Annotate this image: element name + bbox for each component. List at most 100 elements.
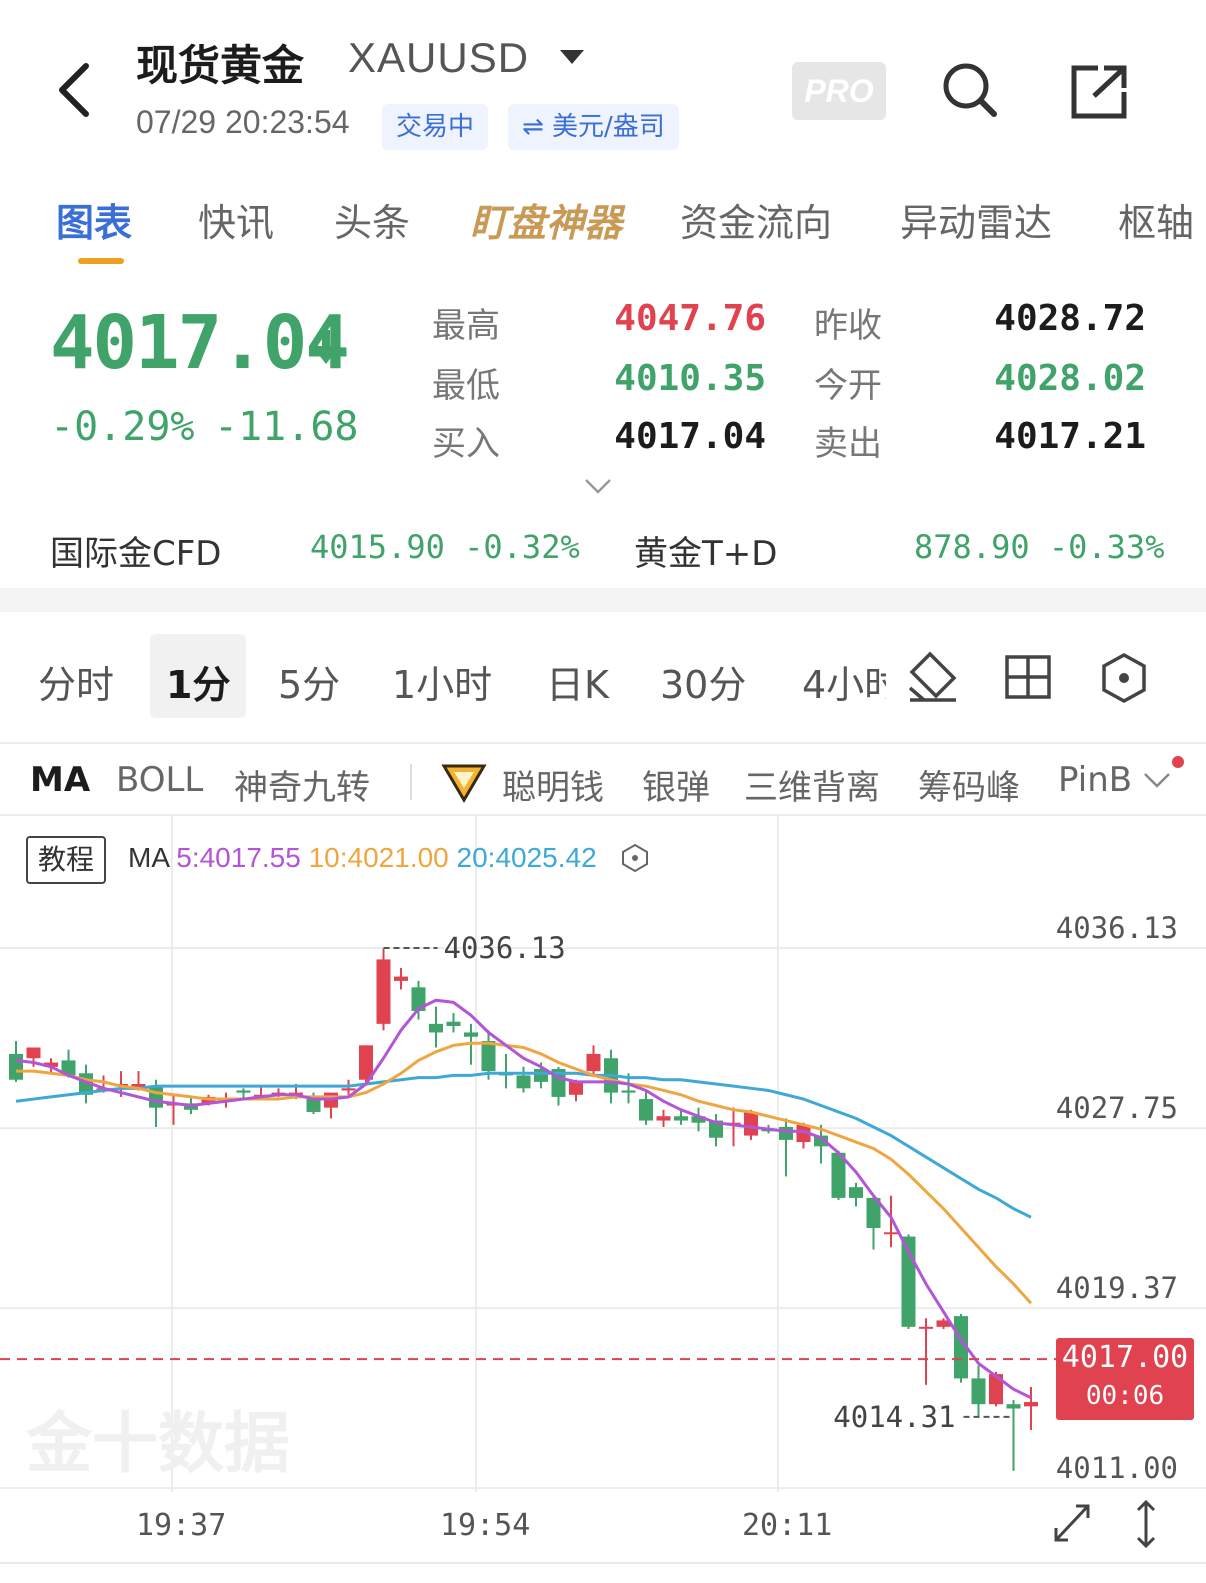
low-label: 最低 bbox=[432, 366, 500, 406]
y-tick-label: 4019.37 bbox=[1056, 1271, 1178, 1305]
divider bbox=[0, 1562, 1206, 1564]
period-tab-5min[interactable]: 5分 bbox=[278, 654, 340, 709]
vertical-scale-icon[interactable] bbox=[1132, 1498, 1160, 1550]
candle-body bbox=[884, 1232, 898, 1235]
candle-body bbox=[341, 1088, 356, 1091]
candle-body bbox=[779, 1126, 793, 1140]
gold-td-value: 878.90 -0.33% bbox=[914, 528, 1165, 566]
high-value: 4047.76 bbox=[614, 298, 766, 339]
tab-flash-news[interactable]: 快讯 bbox=[198, 192, 274, 247]
prev-close-value: 4028.72 bbox=[994, 298, 1146, 339]
settings-hexagon-icon[interactable] bbox=[1100, 652, 1148, 704]
candle-body bbox=[429, 1023, 443, 1033]
down-arrow-icon bbox=[312, 330, 340, 364]
high-marker-label: 4036.13 bbox=[444, 931, 566, 965]
candle-body bbox=[656, 1116, 671, 1121]
candle-body bbox=[586, 1053, 601, 1072]
cfd-value: 4015.90 -0.32% bbox=[310, 528, 580, 566]
candle-body bbox=[516, 1075, 531, 1089]
notification-dot bbox=[1172, 756, 1184, 768]
quote-timestamp: 07/29 20:23:54 bbox=[136, 104, 350, 140]
indicator-tab-ma[interactable]: MA bbox=[30, 760, 90, 800]
open-value: 4028.02 bbox=[994, 358, 1146, 399]
indicator-tab-td9[interactable]: 神奇九转 bbox=[234, 760, 370, 809]
chevron-down-icon[interactable] bbox=[584, 476, 612, 496]
period-tab-intraday[interactable]: 分时 bbox=[38, 654, 114, 709]
tab-pivot[interactable]: 枢轴 bbox=[1118, 192, 1194, 247]
ma5-value: 5:4017.55 bbox=[176, 842, 301, 873]
candle-body bbox=[674, 1116, 688, 1121]
bid-label: 买入 bbox=[432, 424, 500, 464]
indicator-tab-silver-bullet[interactable]: 银弹 bbox=[642, 760, 710, 809]
open-label: 今开 bbox=[814, 366, 882, 406]
x-tick-label: 19:54 bbox=[440, 1508, 531, 1543]
x-tick-label: 20:11 bbox=[742, 1508, 833, 1543]
candle-body bbox=[849, 1187, 863, 1198]
candle-body bbox=[446, 1021, 461, 1027]
divider bbox=[410, 764, 412, 800]
current-price-label: 4017.00 00:06 bbox=[1056, 1338, 1194, 1420]
candle-body bbox=[149, 1086, 163, 1108]
unit-toggle-badge[interactable]: ⇌ 美元/盎司 bbox=[508, 104, 679, 150]
gold-td-label[interactable]: 黄金T+D bbox=[634, 526, 777, 575]
watermark: 金十数据 bbox=[26, 1405, 290, 1482]
ask-value: 4017.21 bbox=[994, 416, 1146, 457]
dropdown-caret-icon[interactable] bbox=[560, 50, 584, 64]
ma10-value: 10:4021.00 bbox=[308, 842, 449, 873]
search-icon[interactable] bbox=[940, 60, 1000, 120]
candle-body bbox=[236, 1090, 251, 1093]
low-value: 4010.35 bbox=[614, 358, 766, 399]
period-tab-1hour[interactable]: 1小时 bbox=[392, 654, 492, 709]
indicator-tab-boll[interactable]: BOLL bbox=[116, 760, 203, 800]
symbol-selector[interactable]: XAUUSD bbox=[348, 34, 529, 82]
candle-body bbox=[1006, 1404, 1021, 1409]
period-tab-4hour[interactable]: 4小时 bbox=[802, 654, 886, 709]
indicator-tab-chip-peak[interactable]: 筹码峰 bbox=[918, 760, 1020, 809]
tutorial-button[interactable]: 教程 bbox=[26, 836, 106, 884]
current-price-tag: 4017.00 bbox=[1061, 1340, 1189, 1375]
divider bbox=[0, 742, 1206, 744]
tab-chart[interactable]: 图表 bbox=[56, 192, 132, 247]
candle-body bbox=[919, 1326, 933, 1329]
candle-body bbox=[621, 1090, 636, 1093]
y-tick-label: 4036.13 bbox=[1056, 911, 1178, 945]
drawing-tool-icon[interactable] bbox=[906, 648, 960, 704]
chevron-down-icon[interactable] bbox=[1142, 770, 1172, 792]
pro-button[interactable]: PRO bbox=[792, 62, 886, 120]
layout-grid-icon[interactable] bbox=[1004, 654, 1052, 700]
period-tab-1min[interactable]: 1分 bbox=[166, 654, 230, 709]
tab-watch-tool[interactable]: 盯盘神器 bbox=[470, 192, 622, 247]
candle-body bbox=[971, 1378, 986, 1405]
ma-legend-title: MA bbox=[128, 842, 169, 873]
current-price: 4017.04 bbox=[50, 300, 350, 386]
candle-body bbox=[744, 1111, 758, 1136]
ma-settings-icon[interactable] bbox=[620, 843, 650, 873]
page-title: 现货黄金 bbox=[136, 41, 305, 90]
x-tick-label: 19:37 bbox=[136, 1508, 227, 1543]
candle-body bbox=[639, 1099, 653, 1121]
candle-body bbox=[26, 1047, 41, 1059]
candle-body bbox=[1024, 1402, 1038, 1407]
ma-legend: MA 5:4017.55 10:4021.00 20:4025.42 bbox=[128, 842, 650, 874]
tab-anomaly-radar[interactable]: 异动雷达 bbox=[900, 192, 1052, 247]
diamond-badge-icon bbox=[441, 764, 487, 803]
period-tab-daily[interactable]: 日K bbox=[546, 654, 609, 709]
active-tab-indicator bbox=[78, 258, 124, 264]
indicator-tab-3d-divergence[interactable]: 三维背离 bbox=[744, 760, 880, 809]
indicator-tab-pinbar[interactable]: PinBar bbox=[1058, 760, 1134, 800]
tab-fund-flow[interactable]: 资金流向 bbox=[680, 192, 832, 247]
change-amount: -11.68 bbox=[214, 404, 359, 450]
ask-label: 卖出 bbox=[814, 424, 882, 464]
high-label: 最高 bbox=[432, 306, 500, 346]
cfd-label[interactable]: 国际金CFD bbox=[50, 526, 221, 575]
tab-headlines[interactable]: 头条 bbox=[334, 192, 410, 247]
low-marker-label: 4014.31 bbox=[833, 1400, 955, 1434]
period-tab-30min[interactable]: 30分 bbox=[660, 654, 746, 709]
fullscreen-icon[interactable] bbox=[1050, 1500, 1094, 1546]
back-arrow-icon[interactable] bbox=[52, 60, 100, 120]
ma20-value: 20:4025.42 bbox=[456, 842, 597, 873]
share-icon[interactable] bbox=[1070, 62, 1130, 122]
y-tick-label: 4011.00 bbox=[1056, 1451, 1178, 1485]
candle-body bbox=[9, 1053, 23, 1080]
indicator-tab-smart-money[interactable]: 聪明钱 bbox=[502, 760, 604, 809]
